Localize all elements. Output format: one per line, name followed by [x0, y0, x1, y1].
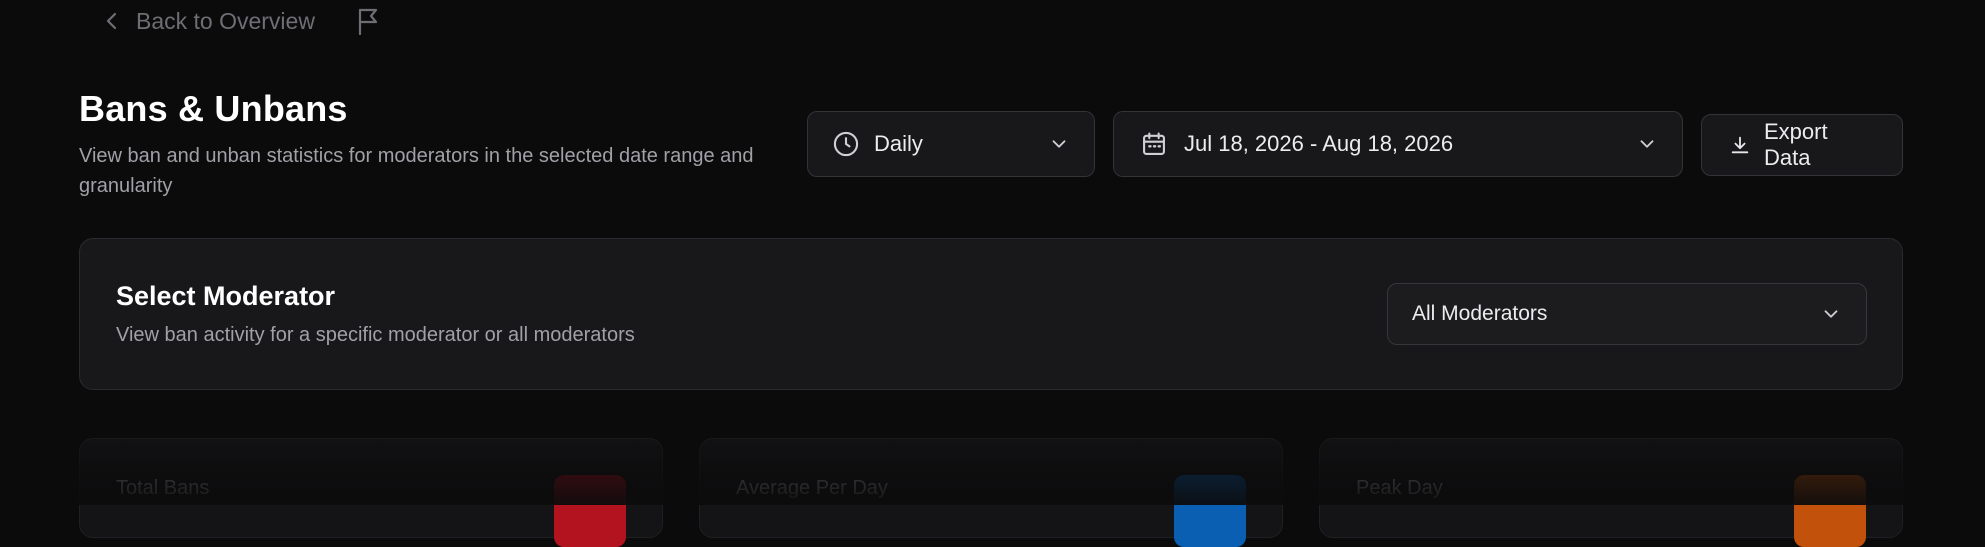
chevron-left-icon — [106, 12, 117, 30]
date-range-value: Jul 18, 2026 - Aug 18, 2026 — [1184, 131, 1454, 156]
stat-card-average-per-day: Average Per Day — [699, 438, 1283, 547]
chevron-down-icon — [1052, 140, 1066, 148]
flag-icon[interactable] — [355, 6, 381, 36]
stat-label: Total Bans — [116, 477, 210, 499]
clock-icon — [833, 131, 859, 157]
stat-label: Peak Day — [1356, 477, 1443, 499]
back-to-overview-link[interactable]: Back to Overview — [100, 8, 315, 35]
export-data-button[interactable]: Export Data — [1701, 114, 1903, 176]
chevron-down-icon — [1824, 310, 1838, 318]
top-nav: Back to Overview — [100, 6, 381, 36]
peak-icon — [1794, 475, 1866, 547]
select-moderator-card: Select Moderator View ban activity for a… — [79, 238, 1903, 390]
select-moderator-description: View ban activity for a specific moderat… — [116, 324, 635, 346]
page-title: Bans & Unbans — [79, 88, 348, 129]
back-link-label: Back to Overview — [136, 7, 315, 34]
moderator-select-value: All Moderators — [1412, 302, 1548, 325]
chevron-down-icon — [1640, 140, 1654, 148]
trend-icon — [1174, 475, 1246, 547]
ban-icon — [554, 475, 626, 547]
calendar-icon — [1143, 132, 1165, 155]
stat-label: Average Per Day — [736, 477, 888, 499]
granularity-value: Daily — [874, 131, 923, 156]
granularity-select[interactable]: Daily — [807, 111, 1095, 177]
select-moderator-title: Select Moderator — [116, 281, 336, 311]
page-description: View ban and unban statistics for modera… — [79, 145, 754, 197]
stat-card-total-bans: Total Bans — [79, 438, 663, 547]
stat-card-peak-day: Peak Day — [1319, 438, 1903, 547]
export-data-label: Export Data — [1764, 119, 1828, 170]
moderator-select[interactable]: All Moderators — [1387, 283, 1867, 345]
date-range-picker[interactable]: Jul 18, 2026 - Aug 18, 2026 — [1113, 111, 1683, 177]
download-icon — [1731, 136, 1749, 154]
